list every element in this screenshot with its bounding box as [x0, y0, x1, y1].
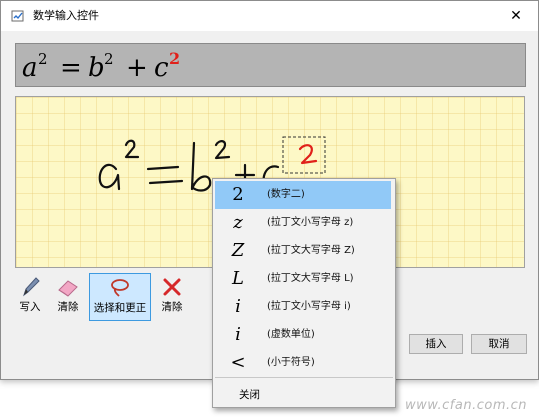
tool-select-correct-label: 选择和更正 — [93, 302, 147, 314]
menu-item-glyph: i — [235, 296, 241, 317]
insert-button[interactable]: 插入 — [409, 334, 463, 354]
tool-erase-label: 清除 — [57, 301, 79, 313]
menu-item-glyph: L — [232, 268, 244, 289]
formula-c-exponent: 2 — [169, 49, 180, 68]
stroke-eq-top — [146, 165, 180, 171]
x-icon — [163, 278, 181, 296]
formula-plus: + — [126, 53, 148, 83]
stroke-b — [190, 141, 212, 192]
formula-preview-render: a 2 = b 2 + c 2 — [22, 49, 180, 83]
close-button[interactable]: ✕ — [494, 1, 538, 31]
cancel-button[interactable]: 取消 — [471, 334, 527, 354]
menu-item-desc: (虚数单位) — [267, 329, 315, 340]
menu-item-desc: (数字二) — [267, 189, 305, 200]
stroke-eq-bottom — [148, 179, 184, 185]
correction-menu: 2 (数字二) z (拉丁文小写字母 z) Z (拉丁文大写字母 Z) L (拉… — [212, 178, 396, 408]
menu-item-glyph: z — [233, 212, 243, 233]
menu-item-desc: (拉丁文大写字母 L) — [267, 273, 354, 284]
menu-close-label: 关闭 — [239, 389, 260, 401]
tool-select-correct[interactable]: 选择和更正 — [89, 273, 151, 321]
menu-item-less-than[interactable]: < (小于符号) — [215, 349, 391, 377]
menu-item-desc: (拉丁文小写字母 z) — [267, 217, 354, 228]
pen-icon — [23, 277, 40, 297]
menu-item-desc: (拉丁文小写字母 i) — [267, 301, 351, 312]
formula-b: b — [88, 53, 105, 83]
window-title: 数学输入控件 — [33, 9, 99, 22]
menu-item-desc: (拉丁文大写字母 Z) — [267, 245, 355, 256]
menu-item-imaginary-unit[interactable]: i (虚数单位) — [215, 321, 391, 349]
menu-item-glyph: 2 — [232, 184, 244, 205]
menu-item-digit-two[interactable]: 2 (数字二) — [215, 181, 391, 209]
eraser-icon — [58, 280, 78, 297]
stroke-a — [98, 163, 121, 191]
title-bar[interactable]: 数学输入控件 ✕ — [1, 1, 538, 31]
menu-item-glyph: < — [230, 352, 246, 373]
stroke-c-sup-red — [298, 144, 318, 165]
menu-item-uppercase-z[interactable]: Z (拉丁文大写字母 Z) — [215, 237, 391, 265]
menu-item-lowercase-z[interactable]: z (拉丁文小写字母 z) — [215, 209, 391, 237]
stroke-a-sup — [124, 139, 140, 159]
stroke-b-sup — [214, 140, 231, 160]
menu-item-desc: (小于符号) — [267, 357, 315, 368]
tool-clear-label: 清除 — [161, 301, 183, 313]
formula-preview: a 2 = b 2 + c 2 — [15, 43, 526, 87]
close-icon: ✕ — [510, 8, 522, 24]
formula-a: a — [22, 53, 38, 83]
tool-clear[interactable]: 清除 — [157, 273, 187, 319]
menu-item-uppercase-l[interactable]: L (拉丁文大写字母 L) — [215, 265, 391, 293]
menu-item-glyph: i — [235, 324, 241, 345]
menu-item-lowercase-i[interactable]: i (拉丁文小写字母 i) — [215, 293, 391, 321]
lasso-icon — [111, 279, 129, 297]
watermark: www.cfan.com.cn — [404, 398, 527, 413]
menu-separator — [215, 377, 393, 378]
formula-b-exponent: 2 — [104, 50, 114, 68]
tool-erase[interactable]: 清除 — [53, 273, 83, 319]
tool-write-label: 写入 — [19, 301, 41, 313]
math-input-app-icon — [11, 10, 24, 22]
formula-a-exponent: 2 — [38, 50, 48, 68]
formula-c: c — [154, 53, 169, 83]
selection-box — [282, 136, 326, 174]
tool-write[interactable]: 写入 — [15, 273, 45, 319]
menu-close-item[interactable]: 关闭 — [215, 382, 391, 404]
menu-item-glyph: Z — [231, 240, 245, 261]
formula-equals: = — [60, 53, 82, 83]
